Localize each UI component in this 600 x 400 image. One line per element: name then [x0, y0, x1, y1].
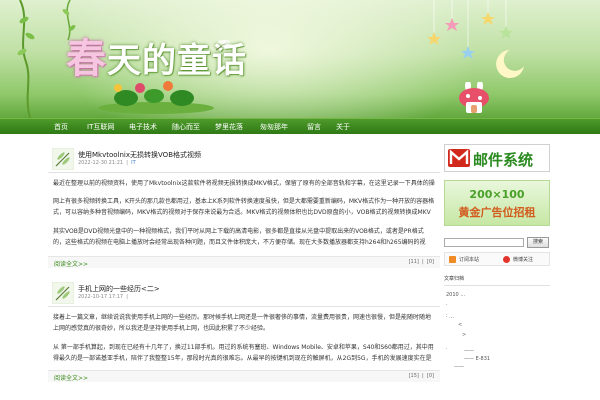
view-count: [0] [426, 373, 434, 379]
divider [48, 306, 440, 307]
ad-size: 200×100 [469, 188, 525, 201]
post-meta: 2022-12-30 21:21 | IT [78, 160, 136, 166]
nav-item-guestbook[interactable]: 留言 [307, 119, 321, 135]
subscribe-link[interactable]: 订阅本站 [459, 256, 479, 263]
post-date: 2022-12-30 21:21 [78, 160, 124, 166]
post-stats: [11] | [0] [408, 259, 434, 265]
mail-icon [448, 149, 470, 167]
nav-item-home[interactable]: 首页 [54, 119, 68, 135]
post-category[interactable]: IT [131, 160, 136, 166]
archive-item[interactable]: 2010 ... [446, 292, 465, 298]
weibo-link[interactable]: 微博关注 [513, 256, 533, 263]
archive-item[interactable]: —— [454, 364, 464, 370]
divider [48, 172, 440, 173]
post-date: 2022-10-17 17:17 [78, 294, 124, 300]
archive-item[interactable]: · [446, 302, 448, 308]
hanging-stars-decoration [427, 0, 524, 78]
archive-item[interactable]: < [458, 322, 462, 328]
nav-item-years[interactable]: 匆匆那年 [260, 119, 288, 135]
mail-system-label: 邮件系统 [473, 151, 534, 169]
weibo-icon [503, 256, 510, 263]
read-more-link[interactable]: 阅读全文>> [54, 373, 88, 382]
nav-item-it[interactable]: IT互联网 [87, 119, 114, 135]
ad-banner[interactable]: 200×100 黄金广告位招租 [444, 180, 550, 226]
nav-item-electronics[interactable]: 电子技术 [129, 119, 157, 135]
post-paragraph: 最近在整理以前的视频资料，使用了Mkvtoolnix这款软件将视频无损转换成MK… [53, 180, 435, 187]
archive-title: 文章归档 [444, 276, 465, 282]
search-button[interactable]: 搜索 [527, 237, 549, 248]
view-count: [0] [426, 259, 434, 265]
post-footer: 阅读全文>> [15] | [0] [48, 370, 440, 382]
bunny-house-decoration [459, 82, 489, 113]
archive-item[interactable]: · [446, 346, 448, 352]
dragonfly-icon [215, 40, 234, 51]
divider [444, 285, 550, 286]
subscribe-row: 订阅本站 微博关注 [444, 252, 550, 266]
archive-item[interactable]: > [462, 332, 466, 338]
post-paragraph: 接着上一篇文章，继续说说我使用手机上网的一些经历。那时候手机上网还是一件很奢侈的… [53, 314, 432, 332]
archive-item[interactable]: —— E-831 [464, 356, 490, 362]
post-title[interactable]: 使用Mkvtoolnix无损转换VOB格式视频 [78, 150, 201, 160]
nav-item-dreams[interactable]: 梦里花落 [215, 119, 243, 135]
site-header: 春天的童话 [0, 0, 600, 118]
post: 手机上网的一些经历<二> 2022-10-17 17:17 | 接着上一篇文章，… [48, 276, 440, 400]
ad-text: 黄金广告位招租 [458, 206, 536, 219]
comment-count[interactable]: [11] [409, 259, 419, 265]
post-paragraph: 其实VOB是DVD视频光盘中的一种视频格式，我们平时从网上下载的高清电影，很多都… [53, 228, 426, 246]
mail-system-banner[interactable]: 邮件系统 [444, 144, 550, 172]
flower-decoration [98, 81, 214, 114]
dragonfly-icon [52, 148, 74, 170]
post-footer: 阅读全文>> [11] | [0] [48, 256, 440, 268]
comment-count[interactable]: [15] [409, 373, 419, 379]
nav-item-musings[interactable]: 随心而至 [172, 119, 200, 135]
dragonfly-icon [52, 282, 74, 304]
post-title[interactable]: 手机上网的一些经历<二> [78, 284, 160, 294]
archive-item[interactable]: · ... [446, 314, 454, 320]
post-paragraph: 网上有很多视频转换工具，K开头的那几款也都用过，基本上K系列软件转换速度虽快，但… [53, 198, 435, 216]
nav-item-about[interactable]: 关于 [336, 119, 350, 135]
main-content: 使用Mkvtoolnix无损转换VOB格式视频 2022-12-30 21:21… [48, 134, 440, 400]
archive-item[interactable]: —— [464, 348, 474, 354]
post: 使用Mkvtoolnix无损转换VOB格式视频 2022-12-30 21:21… [48, 142, 440, 270]
post-paragraph: 从 第一部手机算起，到现在已经有十几年了，换过11部手机，用过的系统有塞班、Wi… [53, 344, 434, 362]
search-input[interactable] [444, 238, 524, 247]
sidebar: 邮件系统 200×100 黄金广告位招租 搜索 订阅本站 微博关注 文章归档 2… [444, 134, 556, 400]
post-meta: 2022-10-17 17:17 | [78, 294, 130, 300]
post-stats: [15] | [0] [408, 373, 434, 379]
main-nav: 首页 IT互联网 电子技术 随心而至 梦里花落 匆匆那年 留言 关于 [0, 118, 600, 134]
rss-icon [449, 256, 456, 263]
read-more-link[interactable]: 阅读全文>> [54, 259, 88, 268]
